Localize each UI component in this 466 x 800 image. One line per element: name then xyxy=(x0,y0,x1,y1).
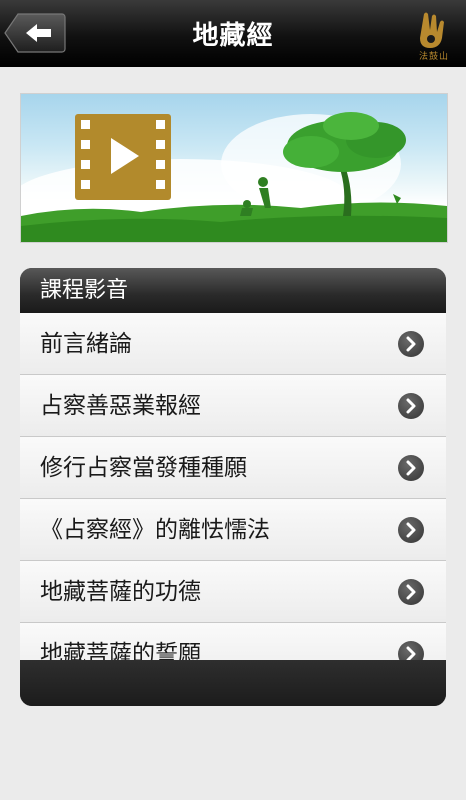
list-item[interactable]: 修行占察當發種種願 xyxy=(20,437,446,499)
list-item[interactable]: 前言緒論 xyxy=(20,313,446,375)
chevron-right-icon xyxy=(398,579,424,605)
course-list[interactable]: 前言緒論 占察善惡業報經 修行占察當發種種願 《占察經》的離怯懦法 地藏菩薩的功… xyxy=(20,313,446,660)
list-item-label: 《占察經》的離怯懦法 xyxy=(40,517,270,543)
list-item-label: 前言緒論 xyxy=(40,331,132,357)
list-item[interactable]: 地藏菩薩的誓願 xyxy=(20,623,446,660)
course-video-banner[interactable] xyxy=(20,93,448,243)
page-title: 地藏經 xyxy=(192,21,274,51)
chevron-right-icon xyxy=(398,641,424,660)
logo-text: 法鼓山 xyxy=(418,52,449,62)
section-title: 課程影音 xyxy=(20,268,446,313)
course-list-panel: 課程影音 前言緒論 占察善惡業報經 修行占察當發種種願 《占察經》的離怯懦法 地… xyxy=(20,268,446,706)
logo: 法鼓山 xyxy=(412,8,456,62)
list-item-label: 修行占察當發種種願 xyxy=(40,455,247,481)
video-play-icon xyxy=(75,114,171,200)
logo-icon xyxy=(420,12,444,48)
list-item-label: 占察善惡業報經 xyxy=(40,393,201,419)
list-item[interactable]: 《占察經》的離怯懦法 xyxy=(20,499,446,561)
list-item[interactable]: 地藏菩薩的功德 xyxy=(20,561,446,623)
chevron-right-icon xyxy=(398,455,424,481)
chevron-right-icon xyxy=(398,331,424,357)
list-item-label: 地藏菩薩的功德 xyxy=(40,579,201,605)
chevron-right-icon xyxy=(398,393,424,419)
chevron-right-icon xyxy=(398,517,424,543)
app-header: 地藏經 法鼓山 xyxy=(0,0,466,67)
list-item-label: 地藏菩薩的誓願 xyxy=(40,641,201,660)
list-item[interactable]: 占察善惡業報經 xyxy=(20,375,446,437)
panel-footer xyxy=(20,660,446,706)
